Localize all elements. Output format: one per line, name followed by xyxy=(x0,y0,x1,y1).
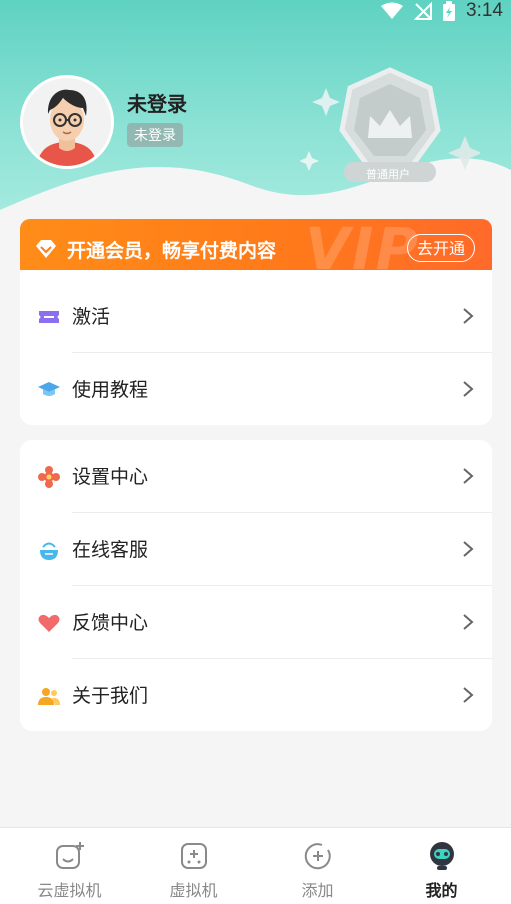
status-bar: 3:14 xyxy=(0,0,511,22)
graduation-cap-icon xyxy=(38,382,60,396)
menu-item-label: 激活 xyxy=(72,306,111,328)
tab-label: 云虚拟机 xyxy=(37,881,102,900)
avatar[interactable] xyxy=(20,75,114,169)
login-status-badge: 未登录 xyxy=(127,123,183,147)
menu-item-label: 在线客服 xyxy=(72,539,149,561)
avatar-illustration xyxy=(23,78,111,166)
status-time: 3:14 xyxy=(466,0,503,21)
menu-item-about[interactable]: 关于我们 xyxy=(20,659,492,732)
menu-item-customer-service[interactable]: 在线客服 xyxy=(20,513,492,586)
chevron-right-icon xyxy=(463,468,474,484)
vip-promo-text: 开通会员，畅享付费内容 xyxy=(67,240,277,262)
no-signal-icon xyxy=(414,2,433,20)
ticket-icon xyxy=(39,311,59,323)
menu-item-feedback[interactable]: 反馈中心 xyxy=(20,586,492,659)
menu-item-settings[interactable]: 设置中心 xyxy=(20,440,492,513)
customer-service-icon xyxy=(40,542,58,560)
vm-icon xyxy=(181,843,207,869)
tab-label: 添加 xyxy=(301,881,334,900)
chevron-right-icon xyxy=(463,687,474,703)
cloud-vm-icon xyxy=(56,842,84,869)
users-icon xyxy=(38,688,60,705)
username[interactable]: 未登录 xyxy=(127,88,187,117)
robot-icon xyxy=(430,842,454,870)
menu-item-label: 使用教程 xyxy=(72,379,149,401)
menu-item-label: 关于我们 xyxy=(72,685,149,707)
gear-flower-icon xyxy=(38,466,60,488)
chevron-right-icon xyxy=(463,614,474,630)
add-icon xyxy=(304,843,331,870)
menu-item-label: 反馈中心 xyxy=(72,612,149,634)
tab-cloud-vm[interactable]: 云虚拟机 xyxy=(6,828,133,904)
open-vip-button[interactable]: 去开通 xyxy=(406,234,475,262)
wifi-icon xyxy=(381,2,404,19)
menu-item-activate[interactable]: 激活 xyxy=(20,280,492,353)
menu-card-primary: 激活 使用教程 xyxy=(20,270,492,425)
menu-item-label: 设置中心 xyxy=(72,466,149,488)
battery-charging-icon xyxy=(443,1,456,21)
chevron-right-icon xyxy=(463,381,474,397)
menu-item-tutorial[interactable]: 使用教程 xyxy=(20,353,492,426)
chevron-right-icon xyxy=(463,308,474,324)
tab-label: 我的 xyxy=(425,881,458,900)
heart-icon xyxy=(38,614,60,632)
tab-vm[interactable]: 虚拟机 xyxy=(130,828,257,904)
tab-mine[interactable]: 我的 xyxy=(378,828,505,904)
chevron-right-icon xyxy=(463,541,474,557)
diamond-icon xyxy=(36,240,56,258)
bottom-tab-bar: 云虚拟机 虚拟机 添加 我的 xyxy=(0,827,511,904)
member-tier-label: 普通用户 xyxy=(366,168,410,181)
tab-label: 虚拟机 xyxy=(169,881,218,900)
menu-card-secondary: 设置中心 在线客服 反馈中心 关于我们 xyxy=(20,440,492,731)
tab-add[interactable]: 添加 xyxy=(254,828,381,904)
